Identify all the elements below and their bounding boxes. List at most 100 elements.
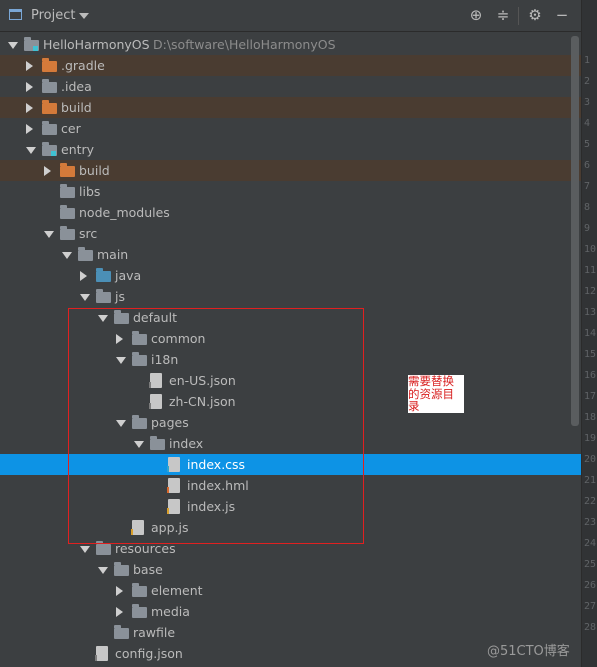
tree-row[interactable]: .gradle: [0, 55, 581, 76]
expand-arrow-right-icon[interactable]: [26, 103, 33, 113]
line-number: 26: [584, 580, 597, 591]
locate-icon[interactable]: ⊕: [467, 6, 485, 24]
tree-row-label: .gradle: [61, 58, 105, 73]
expand-arrow-down-icon[interactable]: [8, 42, 18, 49]
tree-row[interactable]: element: [0, 580, 581, 601]
folder-icon: [42, 79, 57, 93]
line-number: 17: [584, 391, 597, 402]
line-number: 24: [584, 538, 597, 549]
line-number: 15: [584, 349, 597, 360]
hide-icon[interactable]: −: [553, 6, 571, 24]
settings-icon[interactable]: ⚙: [526, 6, 544, 24]
json-file-icon: [95, 646, 108, 661]
tree-row-label: build: [61, 100, 92, 115]
tree-row[interactable]: js: [0, 286, 581, 307]
collapse-all-icon[interactable]: ≑: [494, 6, 512, 24]
tree-row[interactable]: libs: [0, 181, 581, 202]
expand-arrow-right-icon[interactable]: [26, 61, 33, 71]
folder-icon: [60, 226, 75, 240]
tree-row-label: libs: [79, 184, 101, 199]
tree-row[interactable]: .idea: [0, 76, 581, 97]
line-number: 19: [584, 433, 597, 444]
excluded-folder-icon: [60, 163, 75, 177]
line-number: 7: [584, 181, 591, 192]
tree-row[interactable]: build: [0, 97, 581, 118]
excluded-folder-icon: [42, 100, 57, 114]
tree-row[interactable]: src: [0, 223, 581, 244]
excluded-folder-icon: [42, 58, 57, 72]
expand-arrow-right-icon[interactable]: [26, 82, 33, 92]
module-folder-icon: [42, 142, 57, 156]
line-number: 5: [584, 139, 591, 150]
line-number: 13: [584, 307, 597, 318]
tree-row[interactable]: media: [0, 601, 581, 622]
tree-row-label: java: [115, 268, 142, 283]
chevron-down-icon[interactable]: [79, 13, 89, 19]
project-path: D:\software\HelloHarmonyOS: [153, 37, 336, 52]
tree-row[interactable]: HelloHarmonyOS D:\software\HelloHarmonyOS: [0, 34, 581, 55]
tree-row-label: media: [151, 604, 190, 619]
expand-arrow-right-icon[interactable]: [26, 124, 33, 134]
line-number: 14: [584, 328, 597, 339]
project-view-title[interactable]: Project: [31, 8, 75, 23]
expand-arrow-right-icon[interactable]: [44, 166, 51, 176]
line-number: 28: [584, 622, 597, 633]
line-number: 27: [584, 601, 597, 612]
tree-row[interactable]: main: [0, 244, 581, 265]
line-number: 21: [584, 475, 597, 486]
tree-row-label: element: [151, 583, 203, 598]
expand-arrow-down-icon[interactable]: [80, 294, 90, 301]
project-toolbar: Project ⊕ ≑ ⚙ −: [0, 0, 581, 32]
line-number: 12: [584, 286, 597, 297]
module-badge-icon: [33, 46, 38, 51]
annotation-note: 需要替换的资源目录: [408, 375, 464, 413]
folder-icon: [60, 184, 75, 198]
line-number: 18: [584, 412, 597, 423]
tree-row-label: build: [79, 163, 110, 178]
folder-icon: [42, 121, 57, 135]
tree-row-label: base: [133, 562, 163, 577]
module-folder-icon: [24, 37, 39, 51]
tree-row-label: config.json: [115, 646, 183, 661]
line-number: 4: [584, 118, 591, 129]
line-number: 11: [584, 265, 597, 276]
line-number: 20: [584, 454, 597, 465]
expand-arrow-down-icon[interactable]: [26, 147, 36, 154]
file-type-badge: [95, 655, 97, 661]
line-number: 8: [584, 202, 591, 213]
tree-row[interactable]: build: [0, 160, 581, 181]
folder-icon: [114, 625, 129, 639]
line-number: 9: [584, 223, 591, 234]
expand-arrow-right-icon[interactable]: [80, 271, 87, 281]
module-badge-icon: [51, 151, 56, 156]
folder-icon: [132, 604, 147, 618]
expand-arrow-down-icon[interactable]: [80, 546, 90, 553]
folder-icon: [96, 289, 111, 303]
line-number: 3: [584, 97, 591, 108]
editor-gutter: 1 2 3 4 5 6 7 8 9 10 11 12 13 14 15 16 17 18 19 20 21 22 23 24 2…: [581, 0, 597, 667]
tree-row[interactable]: entry: [0, 139, 581, 160]
tree-row-label: HelloHarmonyOS: [43, 37, 150, 52]
tree-row[interactable]: cer: [0, 118, 581, 139]
folder-icon: [78, 247, 93, 261]
line-number: 25: [584, 559, 597, 570]
line-number: 6: [584, 160, 591, 171]
tree-row-label: src: [79, 226, 98, 241]
tree-row-label: js: [115, 289, 125, 304]
tree-row-label: main: [97, 247, 129, 262]
folder-icon: [132, 583, 147, 597]
line-number: 16: [584, 370, 597, 381]
expand-arrow-down-icon[interactable]: [98, 567, 108, 574]
expand-arrow-down-icon[interactable]: [62, 252, 72, 259]
tree-row[interactable]: base: [0, 559, 581, 580]
tree-row[interactable]: node_modules: [0, 202, 581, 223]
folder-icon: [60, 205, 75, 219]
expand-arrow-down-icon[interactable]: [44, 231, 54, 238]
resources-folder-icon: [96, 541, 111, 555]
tree-scrollbar[interactable]: [571, 36, 579, 426]
expand-arrow-right-icon[interactable]: [116, 607, 123, 617]
line-number: 2: [584, 76, 591, 87]
tree-row[interactable]: java: [0, 265, 581, 286]
line-number: 22: [584, 496, 597, 507]
expand-arrow-right-icon[interactable]: [116, 586, 123, 596]
